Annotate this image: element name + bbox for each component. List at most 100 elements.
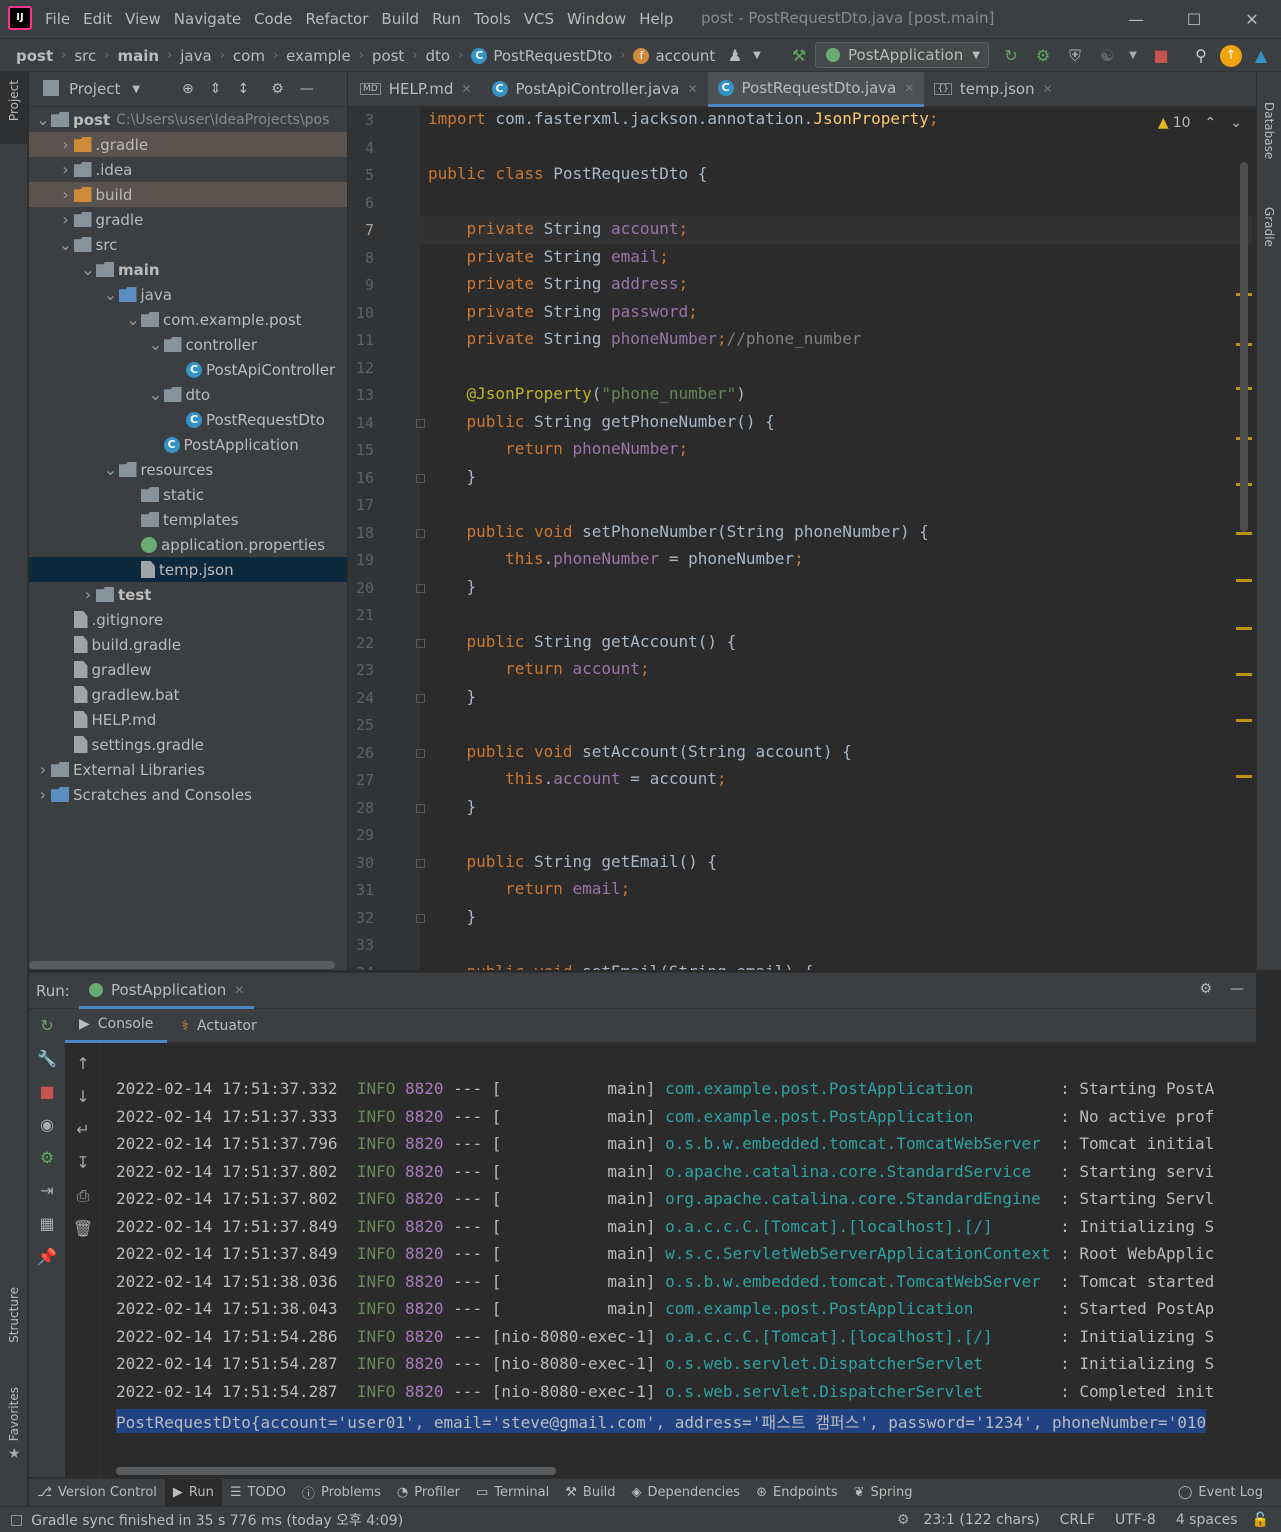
settings-gear-icon[interactable]: ⚙ xyxy=(1199,981,1212,997)
expanded-arrow-icon[interactable]: ⌄ xyxy=(148,385,164,404)
soft-wrap-icon[interactable]: ↵ xyxy=(65,1113,101,1146)
line-separator[interactable]: CRLF xyxy=(1060,1512,1095,1528)
lock-icon[interactable]: 🔓 xyxy=(1252,1512,1269,1528)
expanded-arrow-icon[interactable]: ⌄ xyxy=(35,110,51,129)
view-dropdown-icon[interactable]: ▼ xyxy=(132,84,140,95)
expanded-arrow-icon[interactable]: ⌄ xyxy=(103,285,119,304)
indent-setting[interactable]: 4 spaces xyxy=(1176,1512,1238,1528)
minimize-icon[interactable]: — xyxy=(1107,10,1165,29)
menu-navigate[interactable]: Navigate xyxy=(174,10,241,28)
debug-restart-icon[interactable]: ⚙ xyxy=(29,1141,65,1174)
file-encoding[interactable]: UTF-8 xyxy=(1115,1512,1156,1528)
menu-file[interactable]: File xyxy=(45,10,70,28)
locate-icon[interactable]: ⊕ xyxy=(182,81,194,97)
debug-icon[interactable]: ⚙ xyxy=(1032,45,1054,67)
breadcrumb-item-example[interactable]: example xyxy=(286,47,351,65)
menu-view[interactable]: View xyxy=(125,10,161,28)
tree-item[interactable]: ⌄ com.example.post xyxy=(29,307,347,332)
tree-item[interactable]: application.properties xyxy=(29,532,347,557)
background-tasks-icon[interactable]: ⚙ xyxy=(897,1512,910,1528)
more-dropdown-icon[interactable]: ▼ xyxy=(1122,45,1144,67)
tree-item[interactable]: C PostApplication xyxy=(29,432,347,457)
tree-item[interactable]: › External Libraries xyxy=(29,757,347,782)
warning-stripe-mark[interactable] xyxy=(1236,532,1252,535)
rerun-icon[interactable]: ↻ xyxy=(1000,45,1022,67)
warning-stripe-mark[interactable] xyxy=(1236,775,1252,778)
collapsed-arrow-icon[interactable]: › xyxy=(58,160,74,179)
stop-icon[interactable]: ■ xyxy=(29,1075,65,1108)
layout-icon[interactable]: ▦ xyxy=(29,1207,65,1240)
maximize-icon[interactable]: ☐ xyxy=(1165,10,1223,29)
stop-icon[interactable]: ■ xyxy=(1150,45,1172,67)
run-configuration-select[interactable]: PostApplication ▼ xyxy=(815,42,989,68)
breadcrumb-item-account[interactable]: account xyxy=(655,47,715,65)
tool-tab-dependencies[interactable]: ◈ Dependencies xyxy=(624,1479,749,1507)
breadcrumb-item-src[interactable]: src xyxy=(74,47,96,65)
event-log-button[interactable]: ◯ Event Log xyxy=(1170,1479,1271,1507)
tree-item[interactable]: › build xyxy=(29,182,347,207)
warning-stripe-mark[interactable] xyxy=(1236,627,1252,630)
tool-tab-endpoints[interactable]: ⊛ Endpoints xyxy=(748,1479,846,1507)
close-tab-icon[interactable]: ✕ xyxy=(461,82,471,96)
favorites-tool-button[interactable]: Favorites xyxy=(7,1387,21,1441)
code-editor[interactable]: 3 4 5 6 7 8 9 10 11 12 13 14 15 16 17 18 19 20 21 22 23 24 25 2… xyxy=(348,107,1252,970)
console-output[interactable]: 2022-02-14 17:51:37.332 INFO 8820 --- [ … xyxy=(101,1043,1252,1477)
hide-panel-icon[interactable]: — xyxy=(300,81,314,97)
database-tool-button[interactable]: Database xyxy=(1262,102,1276,159)
tree-item[interactable]: HELP.md xyxy=(29,707,347,732)
build-hammer-icon[interactable]: ⚒ xyxy=(788,45,810,67)
tree-item[interactable]: static xyxy=(29,482,347,507)
close-tab-icon[interactable]: ✕ xyxy=(1043,82,1053,96)
project-tool-button[interactable]: Project xyxy=(0,72,28,144)
camera-icon[interactable]: ◉ xyxy=(29,1108,65,1141)
menu-vcs[interactable]: VCS xyxy=(524,10,554,28)
menu-code[interactable]: Code xyxy=(254,10,292,28)
warning-stripe-mark[interactable] xyxy=(1236,719,1252,722)
tab-temp-json[interactable]: {} temp.json ✕ xyxy=(924,72,1062,107)
update-icon[interactable]: ↑ xyxy=(1220,44,1242,67)
coverage-icon[interactable]: ⛨ xyxy=(1064,45,1086,67)
project-horizontal-scrollbar[interactable] xyxy=(29,961,335,969)
tree-item[interactable]: build.gradle xyxy=(29,632,347,657)
collapsed-arrow-icon[interactable]: › xyxy=(58,210,74,229)
breadcrumb-item-dto[interactable]: dto xyxy=(426,47,451,65)
tree-item[interactable]: .gitignore xyxy=(29,607,347,632)
tree-item[interactable]: ⌄ post C:\Users\user\IdeaProjects\pos xyxy=(29,107,347,132)
tree-item[interactable]: C PostApiController xyxy=(29,357,347,382)
collapse-all-icon[interactable]: ↕ xyxy=(238,81,250,97)
subtab-actuator[interactable]: ⚕ Actuator xyxy=(167,1009,270,1043)
arrow-down-icon[interactable]: ↓ xyxy=(65,1080,101,1113)
editor-vertical-scrollbar[interactable] xyxy=(1240,162,1248,532)
collapsed-arrow-icon[interactable]: › xyxy=(35,785,51,804)
collapsed-arrow-icon[interactable]: › xyxy=(35,760,51,779)
menu-run[interactable]: Run xyxy=(432,10,461,28)
rerun-icon[interactable]: ↻ xyxy=(29,1009,65,1042)
collapsed-arrow-icon[interactable]: › xyxy=(80,585,96,604)
tool-tab-todo[interactable]: ☰ TODO xyxy=(222,1479,294,1507)
expanded-arrow-icon[interactable]: ⌄ xyxy=(148,335,164,354)
console-horizontal-scrollbar[interactable] xyxy=(116,1467,556,1475)
expand-all-icon[interactable]: ⇕ xyxy=(210,81,222,97)
tree-item[interactable]: › Scratches and Consoles xyxy=(29,782,347,807)
menu-help[interactable]: Help xyxy=(639,10,673,28)
close-tab-icon[interactable]: ✕ xyxy=(904,81,914,95)
expanded-arrow-icon[interactable]: ⌄ xyxy=(125,310,141,329)
tool-tab-build[interactable]: ⚒ Build xyxy=(557,1479,623,1507)
settings-gear-icon[interactable]: ⚙ xyxy=(271,81,284,97)
status-message[interactable]: Gradle sync finished in 35 s 776 ms (tod… xyxy=(31,1510,403,1530)
caret-position[interactable]: 23:1 (122 chars) xyxy=(923,1512,1039,1528)
collapsed-arrow-icon[interactable]: › xyxy=(58,185,74,204)
breadcrumb-item-com[interactable]: com xyxy=(233,47,265,65)
tree-item[interactable]: › test xyxy=(29,582,347,607)
pin-icon[interactable]: 📌 xyxy=(29,1240,65,1273)
tab-help-md[interactable]: MD HELP.md ✕ xyxy=(350,72,482,107)
gradle-tool-button[interactable]: Gradle xyxy=(1262,207,1276,247)
subtab-console[interactable]: ▶ Console xyxy=(65,1009,168,1043)
menu-window[interactable]: Window xyxy=(567,10,626,28)
expanded-arrow-icon[interactable]: ⌄ xyxy=(103,460,119,479)
tab-postapicontroller-java[interactable]: C PostApiController.java ✕ xyxy=(482,72,708,107)
code-with-me-icon[interactable]: ▲ xyxy=(1250,45,1272,67)
tree-item[interactable]: ⌄ controller xyxy=(29,332,347,357)
tree-item[interactable]: ⌄ resources xyxy=(29,457,347,482)
tree-item[interactable]: ⌄ java xyxy=(29,282,347,307)
